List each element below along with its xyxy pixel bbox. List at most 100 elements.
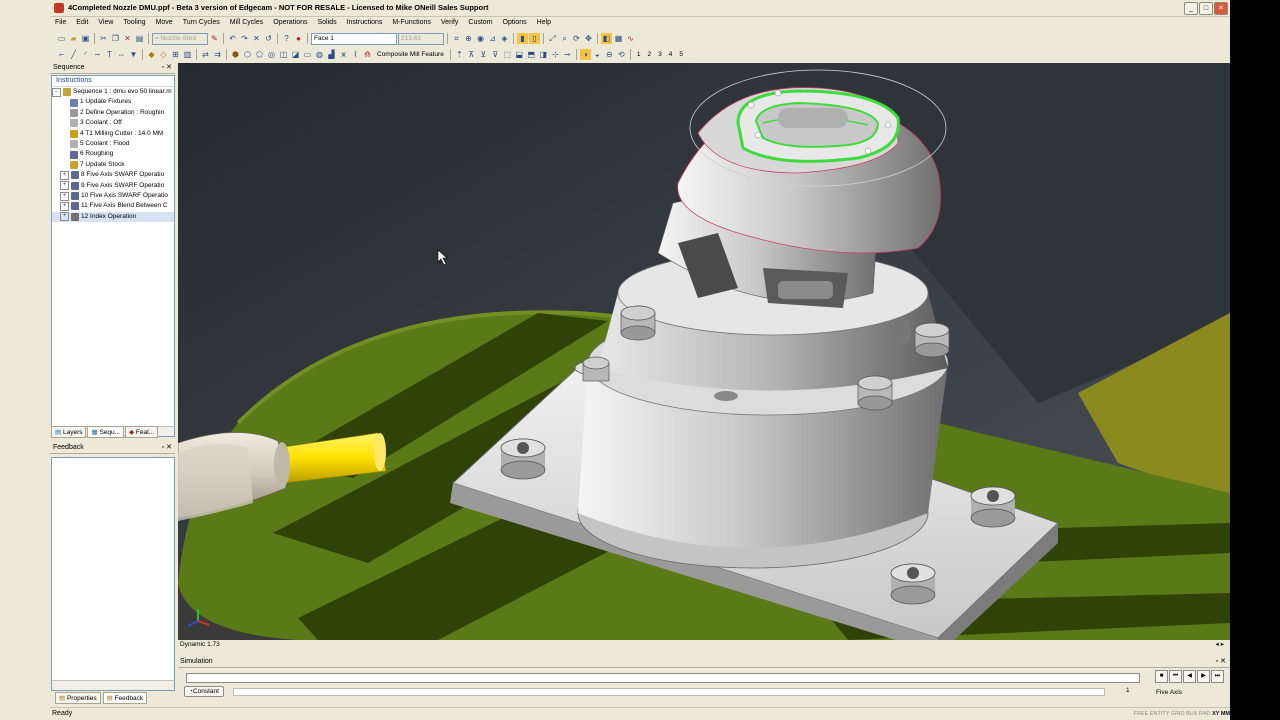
tree-node-6[interactable]: 6 Roughing [52,149,174,159]
open-folder-icon[interactable]: ▰ [68,33,79,44]
simulation-speed-slider[interactable] [233,688,1105,696]
chamfer-icon[interactable]: ◪ [290,49,301,60]
face-feature-icon[interactable]: ◫ [278,49,289,60]
viewport-nav-icons[interactable]: ◂▸ [1215,640,1226,650]
fixture-icon[interactable]: ⊞ [170,49,181,60]
stop-icon[interactable]: ● [293,33,304,44]
paste-icon[interactable]: ▤ [134,33,145,44]
panel-pin-close-icon[interactable]: ▫ ✕ [162,63,172,73]
shaded-icon[interactable]: ◑ [579,49,591,60]
profile-icon[interactable]: ⬠ [254,49,265,60]
xy-plane-icon[interactable]: ⊼ [466,49,477,60]
refresh-icon[interactable]: ⟲ [616,49,627,60]
tree-node-5[interactable]: 5 Coolant : Flood [52,139,174,149]
layer-number-5[interactable]: 5 [676,51,686,58]
menu-options[interactable]: Options [498,17,532,29]
clear-icon[interactable]: ⊖ [604,49,615,60]
iso-view-icon[interactable]: ⬚ [502,49,513,60]
curve-icon[interactable]: ∿ [625,33,636,44]
reset-icon[interactable]: ↺ [263,33,274,44]
yz-plane-icon[interactable]: ⊽ [490,49,501,60]
layer-number-1[interactable]: 1 [634,51,644,58]
tree-node-7[interactable]: 7 Update Stock [52,160,174,170]
zoom-icon[interactable]: ⌕ [559,33,570,44]
save-icon[interactable]: ▣ [80,33,91,44]
thread-icon[interactable]: ⩙ [338,49,349,60]
feedback-horizontal-scrollbar[interactable] [52,680,174,690]
composite-mill-icon[interactable]: ⟰ [362,49,373,60]
close-icon[interactable]: ✕ [1214,2,1228,15]
feedback-pin-close-icon[interactable]: ▫ ✕ [162,443,172,453]
menu-tooling[interactable]: Tooling [118,17,150,29]
tab-sequence[interactable]: ▦ Sequ... [87,426,125,438]
transform-icon[interactable]: ⇔ [116,49,127,60]
slot-icon[interactable]: ▭ [302,49,313,60]
tab-features[interactable]: ◆ Feat... [125,426,159,438]
expand-icon[interactable]: + [60,170,69,180]
tree-node-4[interactable]: 4 T1 Milling Cutter : 14.0 MM [52,129,174,139]
face-combo[interactable]: Face 1 [311,32,397,45]
tree-node-12[interactable]: +12 Index Operation [52,211,174,223]
simulation-progress-track[interactable] [186,673,1140,683]
redo-icon[interactable]: ↷ [239,33,250,44]
tree-node-3[interactable]: 3 Coolant : Off [52,118,174,128]
boss-icon[interactable]: ◍ [314,49,325,60]
pan-icon[interactable]: ✥ [583,33,594,44]
display-mode-icon[interactable]: ◧ [601,33,612,44]
filter-icon[interactable]: ▼ [128,49,139,60]
copy-move-icon[interactable]: ⇉ [212,49,223,60]
collapse-icon[interactable]: − [52,87,61,97]
tree-node-sequence[interactable]: − Sequence 1 : dmu evo 50 linear.m [52,87,174,97]
feedback-area[interactable] [51,457,175,691]
menu-instructions[interactable]: Instructions [342,17,388,29]
mill-feature-icon[interactable]: ⬢ [230,49,241,60]
tree-node-10[interactable]: +10 Five Axis SWARF Operatio [52,191,174,201]
tree-node-1[interactable]: 1 Update Fixtures [52,97,174,107]
expand-icon[interactable]: + [60,201,69,211]
wireframe-icon[interactable]: ▦ [613,33,624,44]
move-icon[interactable]: ⇄ [200,49,211,60]
menu-mill-cycles[interactable]: Mill Cycles [225,17,268,29]
front-view-icon[interactable]: ⬒ [526,49,537,60]
tab-properties[interactable]: ▤ Properties [55,692,101,704]
rotate-icon[interactable]: ⟳ [571,33,582,44]
step-icon[interactable]: ▟ [326,49,337,60]
edge-icon[interactable]: ⌇ [350,49,361,60]
feature-icon[interactable]: ◇ [158,49,169,60]
pocket-icon[interactable]: ⬡ [242,49,253,60]
layer-number-4[interactable]: 4 [666,51,676,58]
snap-icon[interactable]: ⊕ [463,33,474,44]
simulation-pin-close-icon[interactable]: ▫ ✕ [1216,657,1226,667]
side-view-icon[interactable]: ◨ [538,49,549,60]
minimize-icon[interactable]: _ [1184,2,1198,15]
text-icon[interactable]: T [104,49,115,60]
value-combo[interactable]: 213.63 [398,32,444,45]
top-view-icon[interactable]: ⬓ [514,49,525,60]
expand-icon[interactable]: + [60,212,69,222]
play-icon[interactable]: ▶ [1197,670,1210,683]
cut-icon[interactable]: ✂ [98,33,109,44]
point-icon[interactable]: ◉ [475,33,486,44]
layer-number-3[interactable]: 3 [655,51,665,58]
cancel-icon[interactable]: ✕ [251,33,262,44]
solid-icon[interactable]: ◆ [146,49,157,60]
wcs-icon[interactable]: ⊹ [550,49,561,60]
spline-icon[interactable]: ∼ [92,49,103,60]
arc-icon[interactable]: ◜ [80,49,91,60]
menu-operations[interactable]: Operations [268,17,312,29]
highlight-alt-icon[interactable]: ▯ [529,33,540,44]
measure-icon[interactable]: ⊿ [487,33,498,44]
entity-icon[interactable]: ◈ [499,33,510,44]
hole-icon[interactable]: ◎ [266,49,277,60]
new-file-icon[interactable]: ▭ [56,33,67,44]
highlight-icon[interactable]: ▮ [517,33,528,44]
xz-plane-icon[interactable]: ⊻ [478,49,489,60]
tree-node-2[interactable]: 2 Define Operation : Roughin [52,108,174,118]
help-icon[interactable]: ? [281,33,292,44]
delete-icon[interactable]: ✕ [122,33,133,44]
layer-combo[interactable]: = Nozzle-Stnd [152,32,208,45]
constant-button[interactable]: ◔Constant [184,686,224,697]
menu-turn-cycles[interactable]: Turn Cycles [178,17,225,29]
copy-icon[interactable]: ❐ [110,33,121,44]
cpl-icon[interactable]: ⊸ [562,49,573,60]
